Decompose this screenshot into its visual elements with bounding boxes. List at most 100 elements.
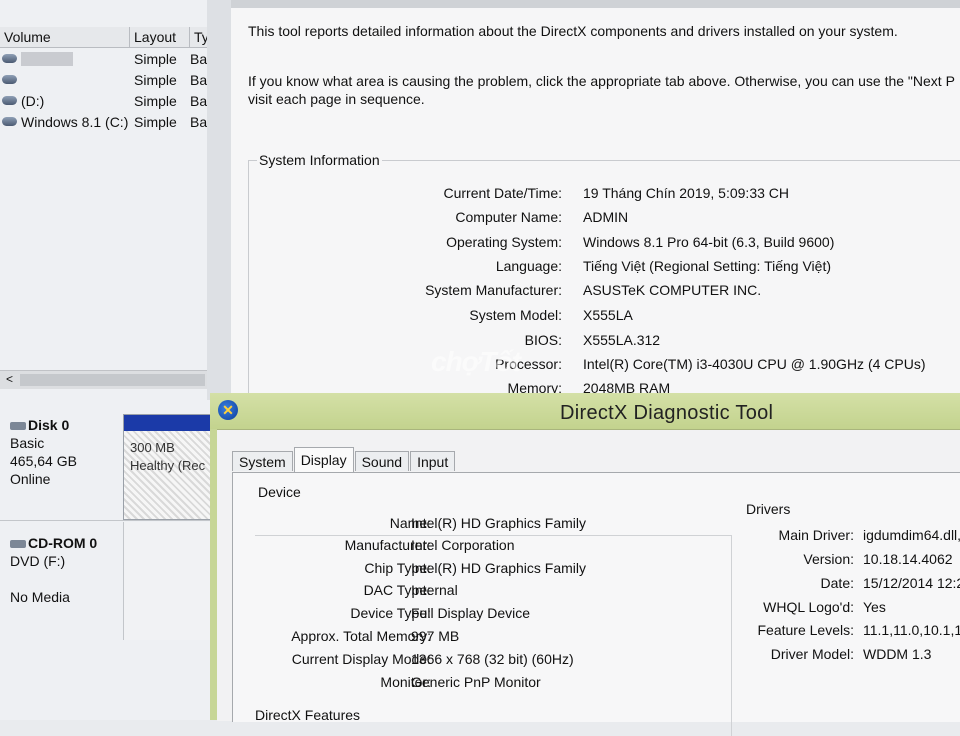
- column-header-layout[interactable]: Layout: [130, 27, 190, 47]
- info-label: Computer Name:: [455, 209, 562, 225]
- driver-row-main-driver: Main Driver: igdumdim64.dll,ig: [233, 527, 960, 547]
- tab-input[interactable]: Input: [410, 451, 456, 471]
- drive-icon: [2, 117, 17, 126]
- driver-label: Feature Levels:: [757, 622, 855, 638]
- intro-text-2: If you know what area is causing the pro…: [248, 73, 955, 89]
- directx-icon[interactable]: ✕: [218, 400, 238, 420]
- partition-size: 300 MB: [130, 440, 175, 455]
- info-value: ASUSTeK COMPUTER INC.: [583, 282, 762, 298]
- driver-row-feature-levels: Feature Levels: 11.1,11.0,10.1,1: [233, 622, 960, 642]
- volume-row[interactable]: (D:) Simple Ba: [0, 90, 215, 111]
- driver-row-whql: WHQL Logo'd: Yes: [233, 599, 960, 619]
- scrollbar-thumb[interactable]: [20, 374, 205, 386]
- tab-bar: System Display Sound Input: [232, 446, 456, 472]
- volume-table-header: Volume Layout Ty: [0, 27, 215, 48]
- cdrom-name: CD-ROM 0: [28, 535, 98, 551]
- window-title: DirectX Diagnostic Tool: [560, 402, 774, 424]
- partition-header-bar: [124, 415, 214, 431]
- system-tab-content: This tool reports detailed information a…: [231, 8, 960, 422]
- column-header-volume[interactable]: Volume: [0, 27, 130, 47]
- cdrom-info[interactable]: CD-ROM 0 DVD (F:) No Media: [0, 530, 122, 610]
- disk-0-size: 465,64 GB: [10, 453, 77, 469]
- driver-row-driver-model: Driver Model: WDDM 1.3: [233, 646, 960, 666]
- watermark-logo: chợTốt: [431, 346, 521, 377]
- info-label: Current Date/Time:: [443, 185, 562, 201]
- volume-row[interactable]: Simple Ba: [0, 69, 215, 90]
- disk-management-panel: Volume Layout Ty Simple Ba Simple Ba (D:…: [0, 0, 215, 720]
- volume-list: Simple Ba Simple Ba (D:) Simple Ba Windo…: [0, 48, 215, 132]
- hard-disk-icon: [10, 422, 26, 431]
- drive-icon: [2, 75, 17, 84]
- info-row-datetime: Current Date/Time: 19 Tháng Chín 2019, 5…: [249, 185, 960, 205]
- system-information-group: System Information Current Date/Time: 19…: [248, 152, 960, 422]
- intro-text-3: visit each page in sequence.: [248, 91, 425, 107]
- divider: [0, 520, 215, 521]
- driver-row-date: Date: 15/12/2014 12:2: [233, 575, 960, 595]
- disk-0-type: Basic: [10, 435, 45, 451]
- info-row-manufacturer: System Manufacturer: ASUSTeK COMPUTER IN…: [249, 282, 960, 302]
- info-row-os: Operating System: Windows 8.1 Pro 64-bit…: [249, 234, 960, 254]
- volume-layout: Simple: [134, 71, 177, 88]
- info-label: Operating System:: [446, 234, 562, 250]
- window-client-area: System Display Sound Input Device Driver…: [217, 429, 960, 736]
- volume-layout: Simple: [134, 113, 177, 130]
- horizontal-scrollbar[interactable]: <: [0, 370, 215, 389]
- volume-layout: Simple: [134, 92, 177, 109]
- device-section-title: Device: [258, 484, 301, 500]
- driver-value: 15/12/2014 12:2: [863, 575, 960, 591]
- info-value: Tiếng Việt (Regional Setting: Tiếng Việt…: [583, 258, 832, 274]
- volume-row[interactable]: Simple Ba: [0, 48, 215, 69]
- driver-value: 10.18.14.4062: [863, 551, 953, 567]
- dxdiag-background-window: This tool reports detailed information a…: [207, 0, 960, 422]
- volume-row[interactable]: Windows 8.1 (C:) Simple Ba: [0, 111, 215, 132]
- cd-drive-icon: [10, 540, 26, 549]
- dxdiag-window: ✕ DirectX Diagnostic Tool System Display…: [210, 393, 960, 736]
- driver-label: Date:: [820, 575, 854, 591]
- info-row-model: System Model: X555LA: [249, 307, 960, 327]
- driver-label: Main Driver:: [778, 527, 854, 543]
- info-row-bios: BIOS: X555LA.312: [249, 332, 960, 352]
- volume-name: (D:): [21, 92, 45, 109]
- partition-status: Healthy (Rec: [130, 458, 206, 473]
- drive-icon: [2, 96, 17, 105]
- info-value: 19 Tháng Chín 2019, 5:09:33 CH: [583, 185, 790, 201]
- tab-system[interactable]: System: [232, 451, 293, 471]
- redacted-volume-name: [21, 51, 73, 66]
- driver-value: igdumdim64.dll,ig: [863, 527, 960, 543]
- partition-recovery[interactable]: 300 MB Healthy (Rec: [123, 414, 215, 520]
- volume-layout: Simple: [134, 50, 177, 67]
- info-label: System Manufacturer:: [425, 282, 562, 298]
- cdrom-partition-area[interactable]: [123, 522, 215, 640]
- info-label: BIOS:: [524, 332, 562, 348]
- info-label: Language:: [495, 258, 562, 274]
- driver-value: 11.1,11.0,10.1,1: [863, 622, 960, 638]
- info-row-processor: Processor: Intel(R) Core(TM) i3-4030U CP…: [249, 356, 960, 376]
- info-value: ADMIN: [583, 209, 629, 225]
- driver-label: Version:: [803, 551, 854, 567]
- intro-text: This tool reports detailed information a…: [248, 23, 898, 39]
- directx-features-title: DirectX Features: [255, 707, 361, 723]
- driver-value: Yes: [863, 599, 886, 615]
- tab-sound[interactable]: Sound: [354, 451, 410, 471]
- window-titlebar[interactable]: ✕ DirectX Diagnostic Tool: [210, 393, 960, 429]
- device-value: Generic PnP Monitor: [411, 674, 541, 690]
- info-row-computer-name: Computer Name: ADMIN: [249, 209, 960, 229]
- drive-icon: [2, 54, 17, 63]
- info-value: X555LA.312: [583, 332, 661, 348]
- tab-strip: [231, 0, 960, 8]
- driver-value: WDDM 1.3: [863, 646, 932, 662]
- driver-row-version: Version: 10.18.14.4062: [233, 551, 960, 571]
- info-row-language: Language: Tiếng Việt (Regional Setting: …: [249, 258, 960, 278]
- scroll-left-icon[interactable]: <: [6, 372, 13, 386]
- display-tab-panel: Device Drivers Name: Intel(R) HD Graphic…: [232, 472, 960, 736]
- driver-label: WHQL Logo'd:: [763, 599, 854, 615]
- driver-label: Driver Model:: [770, 646, 854, 662]
- disk-0-info[interactable]: Disk 0 Basic 465,64 GB Online: [0, 412, 122, 492]
- info-label: System Model:: [469, 307, 562, 323]
- group-title: System Information: [257, 152, 382, 168]
- info-value: Intel(R) Core(TM) i3-4030U CPU @ 1.90GHz…: [583, 356, 926, 372]
- volume-name: Windows 8.1 (C:): [21, 113, 129, 130]
- tab-display[interactable]: Display: [293, 447, 354, 472]
- cdrom-drive: DVD (F:): [10, 553, 66, 569]
- cdrom-media: No Media: [10, 589, 70, 605]
